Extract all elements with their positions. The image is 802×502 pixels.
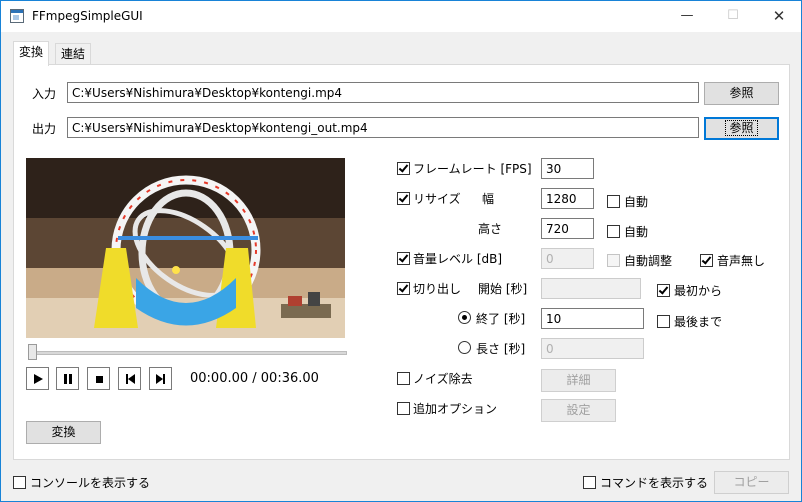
- width-auto-label: 自動: [624, 195, 649, 209]
- seek-slider-thumb[interactable]: [28, 344, 37, 360]
- mute-label: 音声無し: [717, 254, 766, 268]
- trim-checkbox[interactable]: [397, 282, 410, 295]
- height-auto-label: 自動: [624, 225, 649, 239]
- length-radio[interactable]: [458, 341, 471, 354]
- footer-bar: コンソールを表示する コマンドを表示する コピー: [1, 471, 801, 501]
- app-window: FFmpegSimpleGUI — ☐ ✕ 変換 連結 入力 C:¥Users¥…: [0, 0, 802, 502]
- copy-button: コピー: [714, 471, 789, 494]
- trim-start-label: 開始 [秒]: [478, 282, 528, 296]
- tab-concat[interactable]: 連結: [55, 43, 92, 65]
- skip-forward-icon: [155, 373, 165, 384]
- convert-button[interactable]: 変換: [26, 421, 101, 444]
- window-title: FFmpegSimpleGUI: [32, 9, 143, 23]
- volume-label: 音量レベル [dB]: [413, 252, 503, 266]
- framerate-label: フレームレート [FPS]: [413, 162, 532, 176]
- denoise-details-button: 詳細: [541, 369, 616, 392]
- title-bar[interactable]: FFmpegSimpleGUI — ☐ ✕: [1, 1, 801, 32]
- resize-label: リサイズ: [413, 192, 461, 206]
- show-command-label: コマンドを表示する: [600, 476, 709, 490]
- show-console-label: コンソールを表示する: [30, 476, 151, 490]
- play-icon: [33, 373, 43, 384]
- output-path-field[interactable]: C:¥Users¥Nishimura¥Desktop¥kontengi_out.…: [67, 117, 699, 138]
- stop-button[interactable]: [87, 367, 110, 390]
- volume-auto-checkbox: [607, 254, 620, 267]
- volume-field: 0: [541, 248, 594, 269]
- width-auto-checkbox[interactable]: [607, 195, 620, 208]
- volume-checkbox[interactable]: [397, 252, 410, 265]
- trim-start-field: [541, 278, 641, 299]
- extra-options-label: 追加オプション: [413, 402, 498, 416]
- resize-checkbox[interactable]: [397, 192, 410, 205]
- playback-time: 00:00.00 / 00:36.00: [190, 371, 319, 386]
- end-radio[interactable]: [458, 311, 471, 324]
- output-browse-label: 参照: [725, 120, 758, 136]
- to-end-checkbox[interactable]: [657, 315, 670, 328]
- height-label: 高さ: [478, 222, 503, 236]
- trim-end-label: 終了 [秒]: [476, 312, 526, 326]
- denoise-label: ノイズ除去: [413, 372, 473, 386]
- input-browse-button[interactable]: 参照: [704, 82, 779, 105]
- output-browse-button[interactable]: 参照: [704, 117, 779, 140]
- extra-options-checkbox[interactable]: [397, 402, 410, 415]
- height-field[interactable]: 720: [541, 218, 594, 239]
- pause-button[interactable]: [56, 367, 79, 390]
- volume-auto-label: 自動調整: [624, 254, 673, 268]
- play-button[interactable]: [26, 367, 49, 390]
- minimize-button[interactable]: —: [664, 1, 710, 32]
- input-path-field[interactable]: C:¥Users¥Nishimura¥Desktop¥kontengi.mp4: [67, 82, 699, 103]
- from-start-label: 最初から: [674, 284, 723, 298]
- skip-back-icon: [125, 373, 135, 384]
- skip-back-button[interactable]: [118, 367, 141, 390]
- trim-end-field[interactable]: 10: [541, 308, 644, 329]
- video-preview: [26, 158, 345, 338]
- extra-options-settings-button: 設定: [541, 399, 616, 422]
- output-label: 出力: [32, 122, 57, 136]
- video-frame-image: [26, 158, 345, 338]
- stop-icon: [95, 375, 103, 383]
- pause-icon: [63, 373, 72, 384]
- convert-panel: 入力 C:¥Users¥Nishimura¥Desktop¥kontengi.m…: [13, 64, 790, 460]
- tab-convert[interactable]: 変換: [13, 41, 50, 66]
- denoise-checkbox[interactable]: [397, 372, 410, 385]
- input-label: 入力: [32, 87, 57, 101]
- show-command-checkbox[interactable]: [583, 476, 596, 489]
- app-window-icon: [10, 9, 24, 23]
- to-end-label: 最後まで: [674, 315, 723, 329]
- skip-forward-button[interactable]: [149, 367, 172, 390]
- framerate-field[interactable]: 30: [541, 158, 594, 179]
- from-start-checkbox[interactable]: [657, 284, 670, 297]
- framerate-checkbox[interactable]: [397, 162, 410, 175]
- mute-checkbox[interactable]: [700, 254, 713, 267]
- seek-slider-track[interactable]: [30, 351, 347, 355]
- trim-label: 切り出し: [413, 282, 462, 296]
- width-label: 幅: [482, 192, 495, 206]
- close-button[interactable]: ✕: [756, 1, 802, 32]
- maximize-button: ☐: [727, 8, 739, 23]
- height-auto-checkbox[interactable]: [607, 225, 620, 238]
- show-console-checkbox[interactable]: [13, 476, 26, 489]
- trim-length-label: 長さ [秒]: [476, 342, 526, 356]
- trim-length-field: 0: [541, 338, 644, 359]
- width-field[interactable]: 1280: [541, 188, 594, 209]
